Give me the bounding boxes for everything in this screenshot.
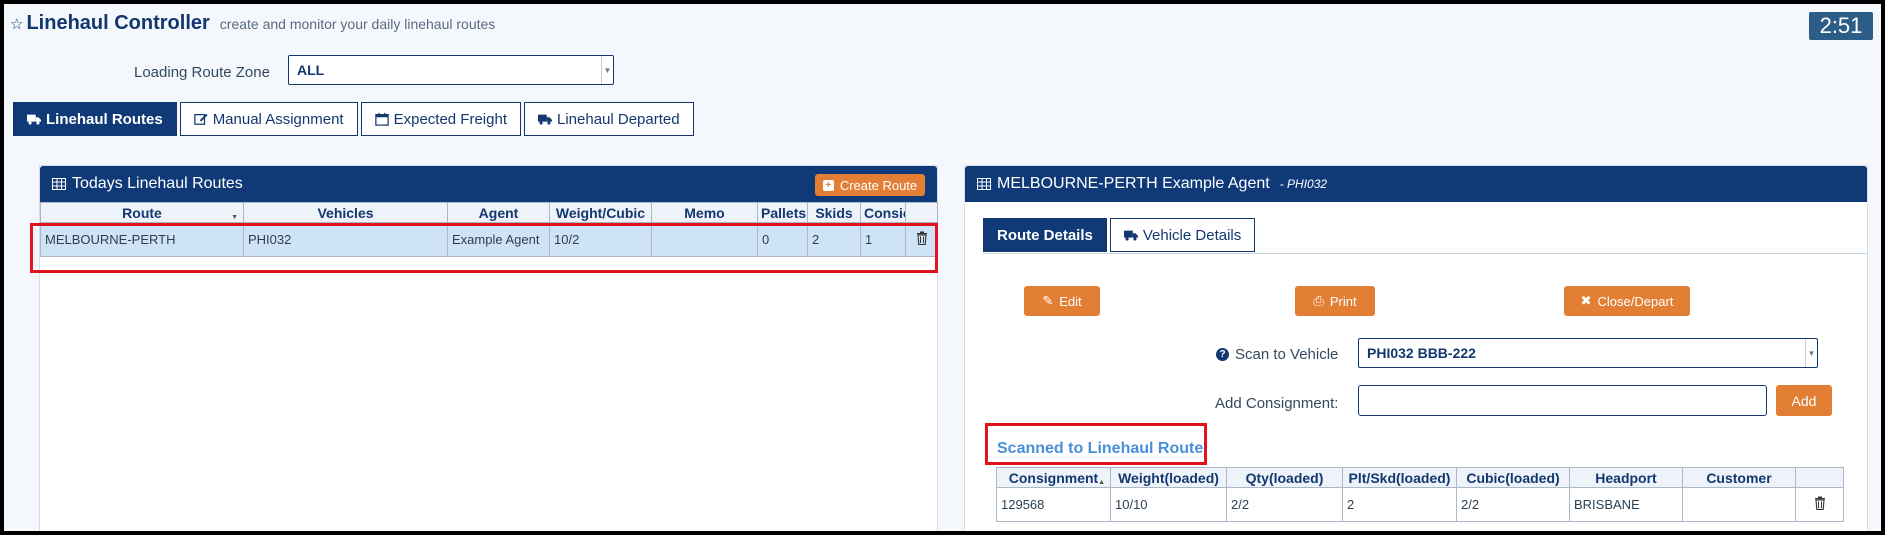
col-agent[interactable]: Agent [447,202,550,223]
cell-customer [1682,487,1796,522]
highlight-box-scanned-title [985,423,1207,465]
tab-label: Route Details [997,226,1093,244]
col-consignments[interactable]: Consic [860,202,906,223]
route-detail-title: MELBOURNE-PERTH Example Agent [997,175,1270,192]
detail-subtabs: Route Details Vehicle Details [983,218,1256,252]
print-button[interactable]: ⎙ Print [1295,286,1375,316]
trash-icon [1814,496,1825,511]
col-actions [905,202,938,223]
sort-desc-icon: ▼ [231,214,238,221]
calendar-icon [374,112,389,126]
chevron-down-icon: ▼ [1805,339,1817,367]
table-icon [977,178,991,190]
tab-label: Linehaul Routes [46,110,163,128]
tab-label: Linehaul Departed [557,110,680,128]
routes-panel-title: Todays Linehaul Routes [72,175,243,192]
printer-icon: ⎙ [1313,293,1324,308]
zone-label: Loading Route Zone [134,64,270,81]
zone-select-value: ALL [297,62,325,78]
highlight-box-route-row [30,223,938,273]
col-qty-loaded[interactable]: Qty(loaded) [1226,467,1343,488]
truck-icon [27,114,41,125]
truck-icon [538,114,552,125]
tab-linehaul-routes[interactable]: Linehaul Routes [13,102,177,136]
edit-icon [193,113,208,125]
subtab-divider [983,253,1867,254]
route-detail-panel: MELBOURNE-PERTH Example Agent - PHI032 R… [964,165,1868,531]
tab-expected-freight[interactable]: Expected Freight [360,102,521,136]
col-headport[interactable]: Headport [1569,467,1683,488]
edit-icon: ✎ [1042,293,1054,308]
close-icon: ✖ [1580,293,1592,308]
cell-headport: BRISBANE [1569,487,1683,522]
delete-consignment-button[interactable] [1795,487,1844,522]
routes-panel: Todays Linehaul Routes + Create Route Ro… [39,165,938,531]
tab-route-details[interactable]: Route Details [983,218,1107,252]
truck-icon [1123,230,1138,241]
cell-qty-loaded: 2/2 [1226,487,1343,522]
routes-table-header: Route ▼ Vehicles Agent Weight/Cubic Memo … [40,202,938,223]
cell-consignment: 129568 [996,487,1111,522]
scan-vehicle-value: PHI032 BBB-222 [1367,345,1476,361]
col-customer[interactable]: Customer [1682,467,1796,488]
col-consignment[interactable]: Consignment ▲ [996,467,1111,488]
tab-label: Vehicle Details [1142,226,1242,244]
table-icon [52,178,66,190]
close-depart-button[interactable]: ✖ Close/Depart [1564,286,1690,316]
col-memo[interactable]: Memo [651,202,758,223]
col-skids[interactable]: Skids [807,202,861,223]
table-row[interactable]: 129568 10/10 2/2 2 2/2 BRISBANE [996,487,1844,522]
scan-vehicle-select[interactable]: PHI032 BBB-222 ▼ [1358,338,1818,368]
col-pallets[interactable]: Pallets [757,202,808,223]
scanned-table-header: Consignment ▲ Weight(loaded) Qty(loaded) … [996,467,1844,488]
tab-linehaul-departed[interactable]: Linehaul Departed [524,102,694,136]
main-tabs: Linehaul Routes Manual Assignment Expect… [13,102,694,136]
plus-icon: + [822,179,834,191]
route-detail-code: - PHI032 [1279,177,1328,191]
sort-asc-icon: ▲ [1098,479,1105,486]
page-subtitle: create and monitor your daily linehaul r… [219,16,496,32]
scanned-table: Consignment ▲ Weight(loaded) Qty(loaded) … [996,467,1844,522]
page-title: Linehaul Controller [26,12,210,34]
add-consignment-button[interactable]: Add [1776,385,1832,416]
routes-panel-header: Todays Linehaul Routes + Create Route [40,166,937,202]
question-icon: ? [1216,347,1229,361]
col-route[interactable]: Route ▼ [40,202,244,223]
page-header: ☆ Linehaul Controller create and monitor… [10,12,495,40]
app-frame: ☆ Linehaul Controller create and monitor… [4,4,1881,531]
cell-plt-skd-loaded: 2 [1342,487,1457,522]
edit-button[interactable]: ✎ Edit [1024,286,1100,316]
cell-cubic-loaded: 2/2 [1456,487,1570,522]
cell-weight-loaded: 10/10 [1110,487,1227,522]
zone-select[interactable]: ALL ▼ [288,55,614,85]
col-plt-skd-loaded[interactable]: Plt/Skd(loaded) [1342,467,1457,488]
tab-label: Manual Assignment [212,110,344,128]
col-vehicles[interactable]: Vehicles [243,202,448,223]
tab-manual-assignment[interactable]: Manual Assignment [179,102,358,136]
tab-vehicle-details[interactable]: Vehicle Details [1109,218,1256,252]
tab-label: Expected Freight [393,110,507,128]
add-consignment-label: Add Consignment: [1215,394,1339,412]
add-consignment-input[interactable] [1358,385,1767,416]
col-cubic-loaded[interactable]: Cubic(loaded) [1456,467,1570,488]
create-route-label: Create Route [839,177,918,193]
scan-label: ? Scan to Vehicle [1216,344,1338,364]
col-weight-cubic[interactable]: Weight/Cubic [549,202,652,223]
route-detail-header: MELBOURNE-PERTH Example Agent - PHI032 [965,166,1867,202]
col-actions [1795,467,1844,488]
chevron-down-icon: ▼ [601,56,613,84]
star-icon[interactable]: ☆ [10,15,23,33]
clock-badge: 2:51 [1809,12,1873,40]
create-route-button[interactable]: + Create Route [815,174,925,196]
col-weight-loaded[interactable]: Weight(loaded) [1110,467,1227,488]
